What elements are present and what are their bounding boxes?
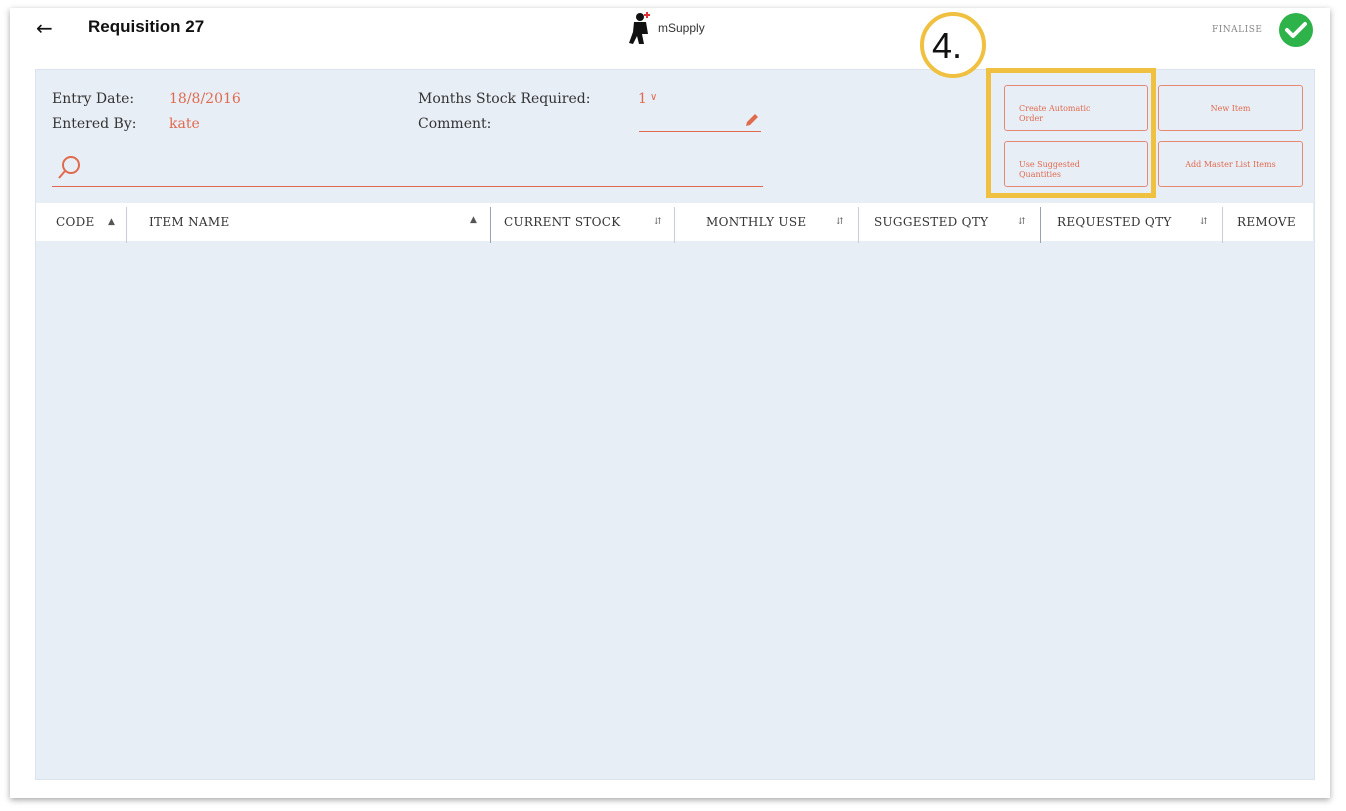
table-body xyxy=(36,241,1313,777)
column-header-item-name[interactable]: ITEM NAME xyxy=(149,203,230,241)
sort-icon[interactable]: ⇵ xyxy=(1200,203,1208,241)
sort-ascending-icon[interactable]: ▲ xyxy=(470,203,477,237)
months-stock-label: Months Stock Required: xyxy=(418,91,591,107)
back-arrow-icon[interactable]: ← xyxy=(36,18,56,38)
annotation-highlight-box xyxy=(986,68,1156,198)
comment-field[interactable] xyxy=(639,131,761,132)
search-icon[interactable] xyxy=(56,153,86,183)
comment-label: Comment: xyxy=(418,116,492,132)
finalise-label[interactable]: FINALISE xyxy=(1212,25,1262,35)
months-stock-value[interactable]: 1 xyxy=(638,91,647,107)
search-input[interactable] xyxy=(52,186,763,187)
table-header: CODE ▲︎ ITEM NAME ▲ CURRENT STOCK ⇵ MONT… xyxy=(36,203,1313,243)
column-divider xyxy=(1222,207,1223,243)
column-header-code[interactable]: CODE xyxy=(56,203,95,241)
column-divider xyxy=(674,207,675,243)
column-header-suggested-qty[interactable]: SUGGESTED QTY xyxy=(874,203,988,241)
column-divider xyxy=(490,207,491,243)
logo-text: mSupply xyxy=(658,21,705,35)
annotation-step-text: 4. xyxy=(932,25,963,66)
entered-by-value: kate xyxy=(169,116,200,132)
checkmark-circle-icon[interactable] xyxy=(1278,12,1314,48)
column-divider xyxy=(126,207,127,243)
add-master-list-items-button[interactable]: Add Master List Items xyxy=(1158,141,1303,187)
column-header-current-stock[interactable]: CURRENT STOCK xyxy=(504,203,621,241)
new-item-button[interactable]: New Item xyxy=(1158,85,1303,131)
column-header-remove: REMOVE xyxy=(1237,215,1296,229)
column-divider xyxy=(858,207,859,243)
column-header-monthly-use[interactable]: MONTHLY USE xyxy=(706,203,806,241)
column-divider xyxy=(1040,207,1041,243)
sort-icon[interactable]: ⇵ xyxy=(836,203,844,241)
column-header-requested-qty[interactable]: REQUESTED QTY xyxy=(1057,203,1172,241)
entry-date-label: Entry Date: xyxy=(52,91,135,107)
entered-by-label: Entered By: xyxy=(52,116,137,132)
pencil-icon[interactable] xyxy=(744,112,760,128)
sort-icon[interactable]: ⇵ xyxy=(1018,203,1026,241)
sort-icon[interactable]: ▲︎ xyxy=(108,203,115,241)
chevron-down-icon[interactable]: ∨ xyxy=(650,92,657,103)
sort-icon[interactable]: ⇵ xyxy=(654,203,662,241)
entry-date-value: 18/8/2016 xyxy=(169,91,241,107)
page-title: Requisition 27 xyxy=(88,17,205,36)
